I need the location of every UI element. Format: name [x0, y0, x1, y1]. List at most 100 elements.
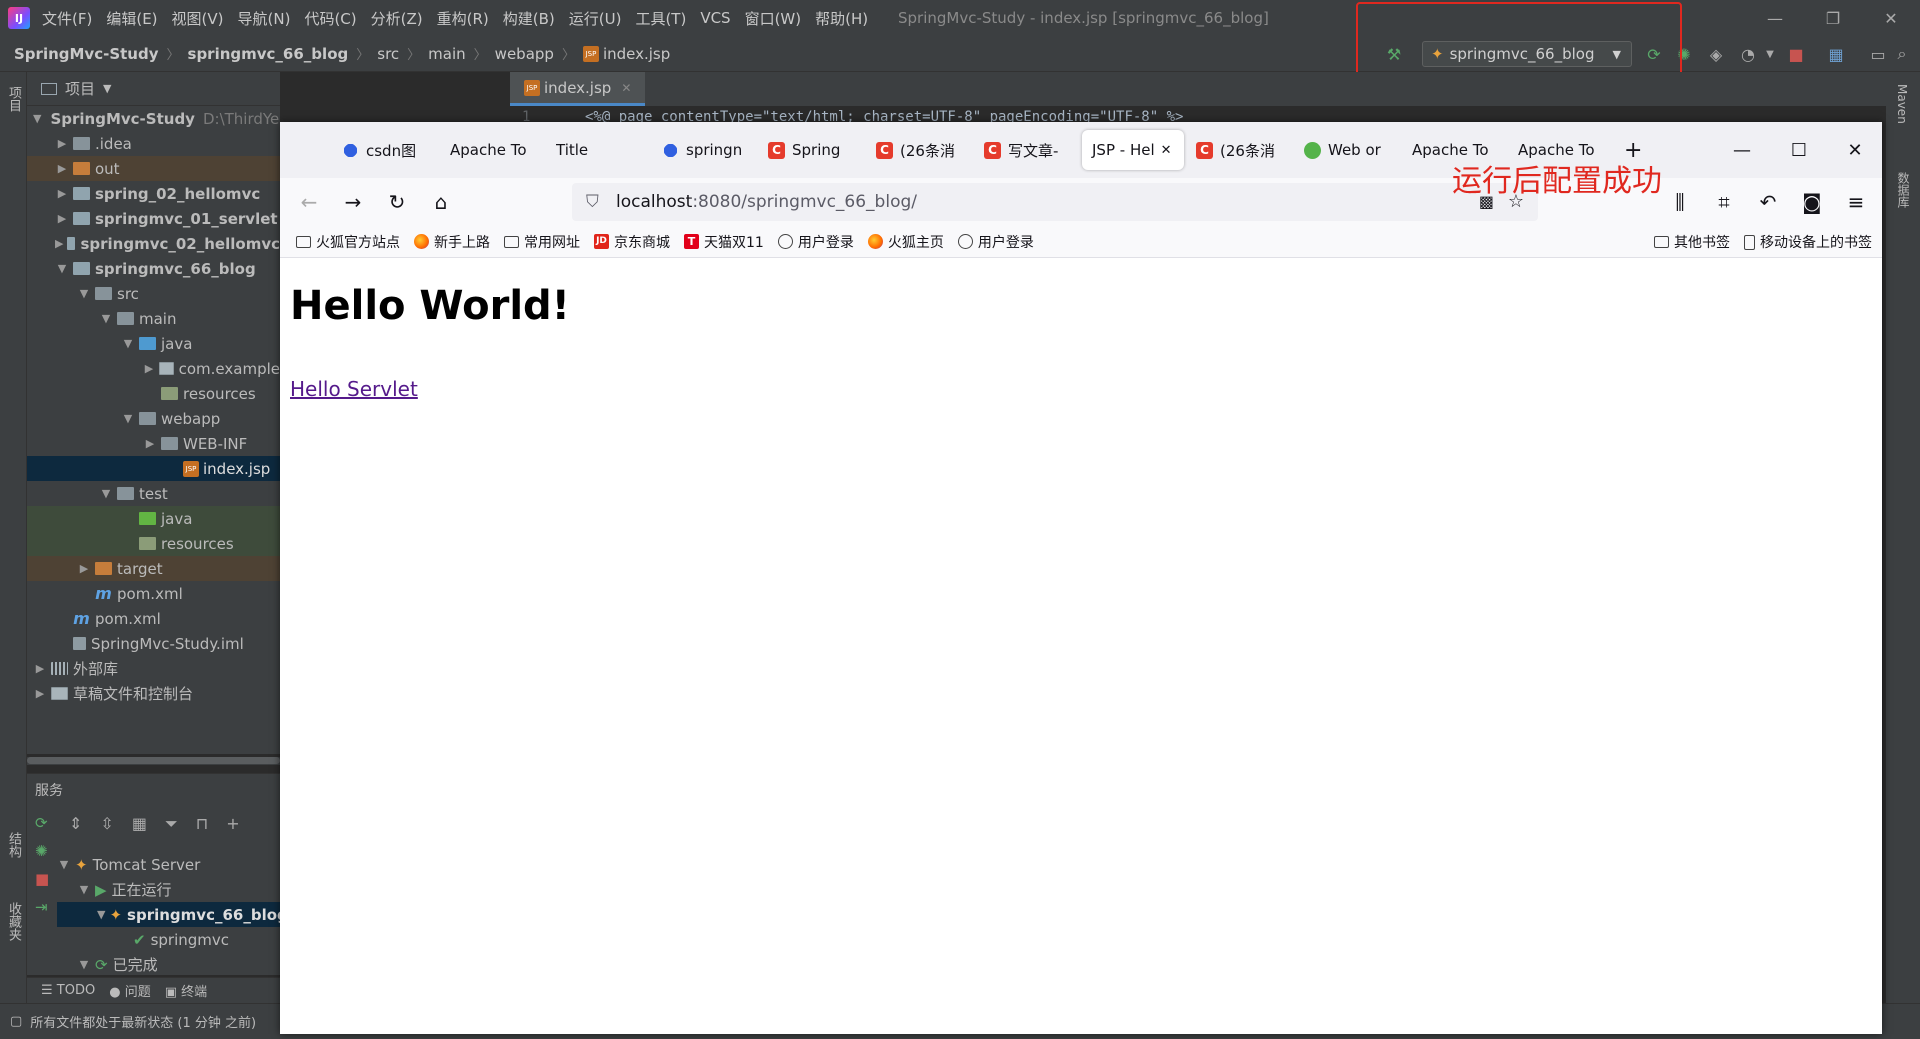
chevron-down-icon[interactable]: ▼ [103, 82, 111, 95]
rerun-icon[interactable]: ⟳ [35, 814, 55, 832]
maximize-icon[interactable]: ☐ [1776, 130, 1822, 170]
close-icon[interactable]: ✕ [1866, 0, 1916, 36]
chevron-right-icon[interactable]: ▶ [143, 437, 157, 450]
menu-icon[interactable]: ≡ [1844, 190, 1868, 214]
extension-icon[interactable]: ◙ [1800, 190, 1824, 214]
bookmark-item[interactable]: JD 京东商城 [594, 232, 670, 252]
bookmark-item[interactable]: 常用网址 [504, 232, 580, 252]
chevron-down-icon[interactable]: ▼ [77, 958, 91, 971]
tree-item-module[interactable]: ▼ springmvc_66_blog [27, 256, 280, 281]
chevron-right-icon[interactable]: ▶ [55, 187, 69, 200]
mobile-bookmarks[interactable]: 移动设备上的书签 [1744, 232, 1872, 252]
menu-view[interactable]: 视图(V) [172, 8, 224, 29]
chevron-down-icon[interactable]: ▼ [99, 487, 113, 500]
scrollbar-thumb[interactable] [27, 757, 280, 764]
tree-item-resources[interactable]: resources [27, 381, 280, 406]
chevron-down-icon[interactable]: ▼ [33, 112, 41, 125]
bookmark-item[interactable]: 火狐主页 [867, 232, 944, 252]
service-running-item[interactable]: ▼ ✦ springmvc_66_blog [57, 902, 280, 927]
tree-item-test-java[interactable]: java [27, 506, 280, 531]
tree-item-index-jsp[interactable]: JSP index.jsp [27, 456, 280, 481]
browser-tab[interactable]: Title [556, 130, 636, 170]
breadcrumb-project[interactable]: SpringMvc-Study [14, 45, 159, 63]
tree-item-idea[interactable]: ▶ .idea [27, 131, 280, 156]
menu-file[interactable]: 文件(F) [42, 8, 92, 29]
deploy-icon[interactable]: ⇥ [35, 898, 55, 916]
chevron-right-icon[interactable]: ▶ [33, 687, 47, 700]
tree-item-out[interactable]: ▶ out [27, 156, 280, 181]
tab-todo[interactable]: ☰ TODO [41, 983, 95, 998]
tree-item-webapp[interactable]: ▼ webapp [27, 406, 280, 431]
tool-window-project[interactable]: 项目 [4, 86, 23, 112]
browser-tab[interactable]: C Spring [768, 130, 854, 170]
shield-icon[interactable]: ⛉ [586, 192, 599, 212]
service-artifact[interactable]: ✔ springmvc [57, 927, 280, 952]
chevron-right-icon[interactable]: ▶ [55, 162, 69, 175]
chevron-down-icon[interactable]: ▼ [121, 412, 135, 425]
chevron-right-icon[interactable]: ▶ [33, 662, 47, 675]
chevron-right-icon[interactable]: ▶ [55, 137, 69, 150]
tool-window-database[interactable]: 数据库 [1895, 172, 1912, 208]
bookmark-item[interactable]: 用户登录 [957, 232, 1034, 252]
tree-item-scratches[interactable]: ▶ 草稿文件和控制台 [27, 681, 280, 706]
tree-item-module-pom[interactable]: m pom.xml [27, 581, 280, 606]
chevron-down-icon[interactable]: ▼ [57, 858, 71, 871]
menu-analyze[interactable]: 分析(Z) [371, 8, 423, 29]
tree-item-root-pom[interactable]: m pom.xml [27, 606, 280, 631]
tree-item-src[interactable]: ▼ src [27, 281, 280, 306]
hello-servlet-link[interactable]: Hello Servlet [290, 377, 418, 401]
chevron-down-icon[interactable]: ▼ [77, 883, 91, 896]
browser-tab[interactable]: C (26条消 [876, 130, 962, 170]
menu-code[interactable]: 代码(C) [304, 8, 356, 29]
screenshot-icon[interactable]: ⌗ [1712, 190, 1736, 214]
profile-icon[interactable]: ◔ [1738, 44, 1758, 64]
home-icon[interactable]: ⌂ [429, 190, 453, 214]
bookmark-item[interactable]: 用户登录 [777, 232, 854, 252]
tree-item-target[interactable]: ▶ target [27, 556, 280, 581]
expand-all-icon[interactable]: ⇕ [69, 814, 82, 834]
tree-item-module[interactable]: ▶ springmvc_01_servlet [27, 206, 280, 231]
browser-tab[interactable]: Web or [1304, 130, 1390, 170]
breadcrumb-src[interactable]: src [377, 45, 399, 63]
stop-icon[interactable]: ■ [35, 870, 55, 888]
service-running-group[interactable]: ▼ ▶ 正在运行 [57, 877, 280, 902]
chevron-down-icon[interactable]: ▼ [55, 262, 69, 275]
tree-item-package[interactable]: ▶ com.example [27, 356, 280, 381]
breadcrumb-main[interactable]: main [428, 45, 465, 63]
browser-tab[interactable]: C 写文章- [984, 130, 1070, 170]
menu-run[interactable]: 运行(U) [569, 8, 622, 29]
undo-icon[interactable]: ↶ [1756, 190, 1780, 214]
horizontal-scrollbar[interactable] [27, 757, 280, 765]
minimize-icon[interactable]: — [1750, 0, 1800, 36]
close-tab-icon[interactable]: ✕ [1161, 143, 1172, 158]
tree-item-web-inf[interactable]: ▶ WEB-INF [27, 431, 280, 456]
menu-tools[interactable]: 工具(T) [635, 8, 686, 29]
browser-tab-active[interactable]: JSP - Hel ✕ [1082, 130, 1184, 170]
breadcrumb-webapp[interactable]: webapp [495, 45, 554, 63]
chevron-down-icon[interactable]: ▼ [1760, 44, 1780, 64]
tree-item-external-libraries[interactable]: ▶ 外部库 [27, 656, 280, 681]
browser-tab[interactable]: Apache To [450, 130, 530, 170]
tool-window-structure[interactable]: 结构 [4, 832, 23, 858]
tab-terminal[interactable]: ▣ 终端 [165, 981, 207, 1000]
stop-icon[interactable]: ■ [1786, 44, 1806, 64]
library-icon[interactable]: ⫼ [1668, 190, 1692, 214]
tree-item-iml[interactable]: SpringMvc-Study.iml [27, 631, 280, 656]
tree-item-main[interactable]: ▼ main [27, 306, 280, 331]
url-bar[interactable]: ⛉ localhost:8080/springmvc_66_blog/ ▩ ☆ [572, 183, 1538, 221]
search-icon[interactable]: ⌕ [1892, 44, 1912, 64]
chevron-right-icon[interactable]: ▶ [55, 237, 63, 250]
minimize-icon[interactable]: — [1719, 130, 1765, 170]
chevron-right-icon[interactable]: ▶ [143, 362, 155, 375]
chevron-right-icon[interactable]: ▶ [77, 562, 91, 575]
menu-build[interactable]: 构建(B) [503, 8, 555, 29]
other-bookmarks[interactable]: 其他书签 [1654, 232, 1730, 252]
reload-icon[interactable]: ↻ [385, 190, 409, 214]
tree-item-project-root[interactable]: ▼SpringMvc-StudyD:\ThirdYearStudy\worksp… [27, 106, 280, 131]
close-icon[interactable]: ✕ [1832, 130, 1878, 170]
project-structure-icon[interactable]: ▦ [1826, 44, 1846, 64]
filter-icon[interactable]: ⏷ [165, 814, 178, 834]
menu-edit[interactable]: 编辑(E) [106, 8, 157, 29]
coverage-icon[interactable]: ◈ [1706, 44, 1726, 64]
bookmark-item[interactable]: T 天猫双11 [684, 232, 764, 252]
